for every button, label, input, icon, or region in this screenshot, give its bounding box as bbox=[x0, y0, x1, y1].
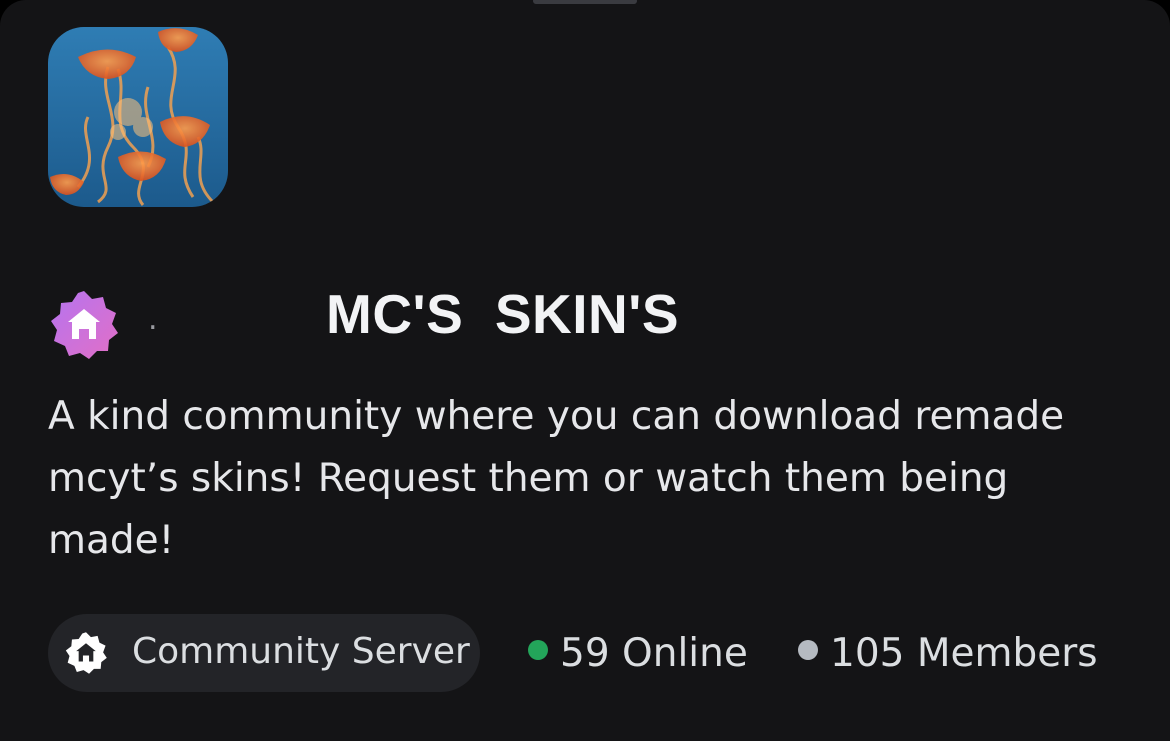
home-badge-icon bbox=[64, 631, 108, 675]
online-status-dot bbox=[528, 640, 548, 660]
server-name-prefix: . bbox=[148, 302, 158, 337]
server-description: A kind community where you can download … bbox=[48, 394, 1065, 563]
jellyfish-server-icon bbox=[48, 27, 228, 207]
online-count: 59 Online bbox=[528, 631, 748, 676]
community-server-tag[interactable]: Community Server bbox=[48, 614, 480, 692]
drag-handle[interactable] bbox=[533, 0, 637, 4]
server-stats-row: Community Server 59 Online 105 Members bbox=[48, 614, 1148, 692]
server-profile-sheet: . MC'S SKIN'S A kind community where you… bbox=[0, 0, 1170, 741]
member-count-label: 105 Members bbox=[830, 631, 1098, 676]
server-name-row: . MC'S SKIN'S bbox=[48, 283, 1128, 359]
members-status-dot bbox=[798, 640, 818, 660]
community-server-label: Community Server bbox=[132, 631, 470, 672]
home-badge-icon bbox=[48, 289, 120, 361]
server-name: MC'S SKIN'S bbox=[326, 283, 680, 345]
member-count: 105 Members bbox=[798, 631, 1098, 676]
online-count-label: 59 Online bbox=[560, 631, 748, 676]
